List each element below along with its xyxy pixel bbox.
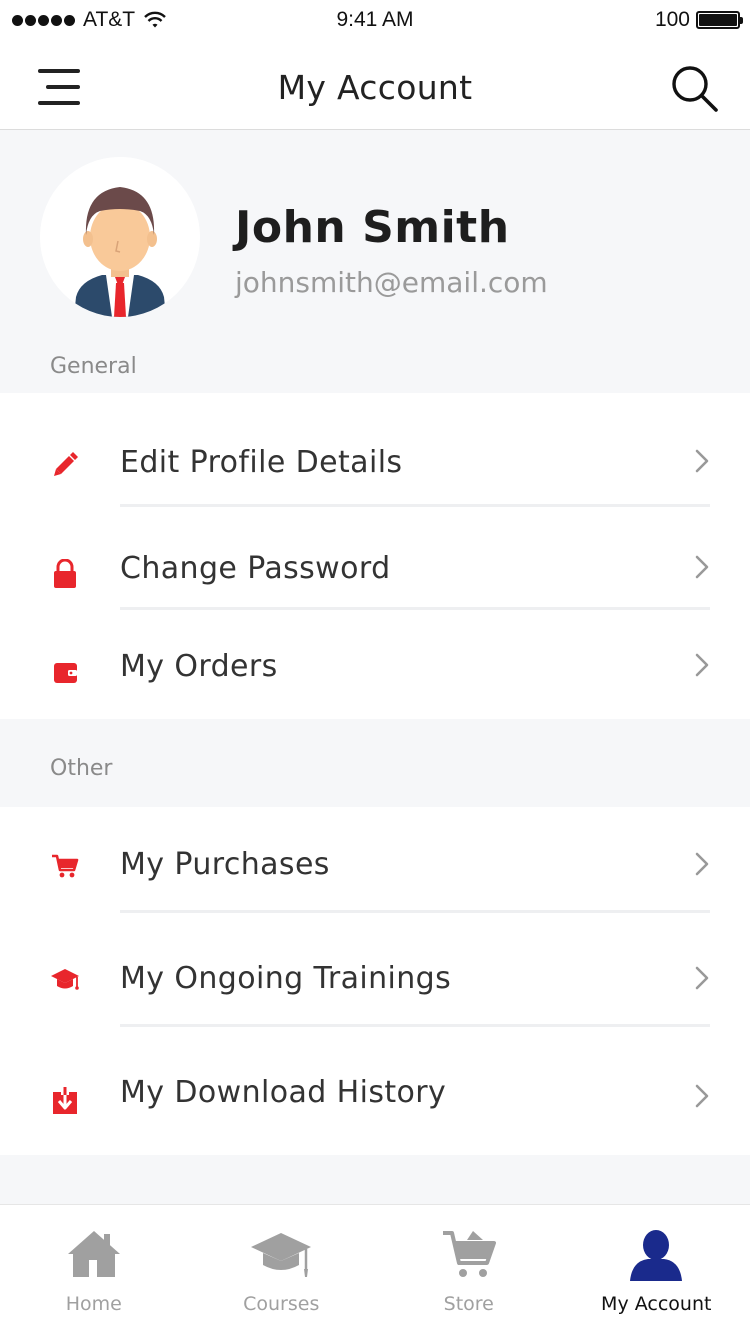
section-label-other: Other [50,756,113,781]
user-avatar-icon [40,157,200,317]
list-item-ongoing-trainings[interactable]: My Ongoing Trainings [0,913,750,1027]
list-item-label: My Ongoing Trainings [120,961,452,996]
chevron-right-icon [695,555,709,579]
tab-label: Home [65,1293,122,1315]
battery-percent: 100 [654,8,690,31]
list-item-label: My Download History [120,1075,447,1110]
lock-icon [54,559,76,588]
other-list: My Purchases My Ongoing Trainings My Dow… [0,807,750,1155]
download-icon [53,1087,77,1114]
tab-my-account[interactable]: My Account [563,1205,750,1334]
profile-email: johnsmith@email.com [235,266,548,299]
status-bar: AT&T 9:41 AM 100 [0,0,750,40]
bottom-tab-bar: Home Courses Store My Account [0,1204,750,1334]
list-item-label: My Orders [120,649,278,684]
tab-label: Store [443,1293,494,1315]
list-item-download-history[interactable]: My Download History [0,1027,750,1155]
wallet-icon [54,663,77,683]
chevron-right-icon [695,1084,709,1108]
chevron-right-icon [695,449,709,473]
list-item-my-orders[interactable]: My Orders [0,610,750,719]
pencil-icon [54,452,78,476]
chevron-right-icon [695,852,709,876]
chevron-right-icon [695,966,709,990]
list-item-label: Edit Profile Details [120,445,403,480]
page-title: My Account [277,68,473,107]
profile-header: John Smith johnsmith@email.com [0,130,750,360]
status-time: 9:41 AM [336,8,414,31]
list-item-change-password[interactable]: Change Password [0,507,750,610]
app-header: My Account [0,40,750,130]
tab-courses[interactable]: Courses [188,1205,376,1334]
shopping-cart-icon [52,854,79,878]
battery-icon [696,11,743,29]
graduation-cap-icon [51,969,79,990]
tab-label: My Account [601,1293,712,1315]
list-item-edit-profile[interactable]: Edit Profile Details [0,393,750,507]
avatar[interactable] [40,157,200,317]
profile-name: John Smith [235,202,510,253]
search-icon[interactable] [670,64,720,114]
user-icon [630,1230,683,1281]
tab-home[interactable]: Home [0,1205,188,1334]
graduation-cap-icon [251,1233,312,1277]
list-item-my-purchases[interactable]: My Purchases [0,807,750,913]
list-item-label: Change Password [120,551,391,586]
tab-store[interactable]: Store [375,1205,563,1334]
status-right: 100 [654,8,743,32]
home-icon [67,1231,120,1277]
section-label-general: General [50,354,137,379]
cart-icon [442,1231,496,1277]
list-item-label: My Purchases [120,847,330,882]
general-list: Edit Profile Details Change Password My … [0,393,750,719]
tab-label: Courses [243,1293,320,1315]
chevron-right-icon [695,653,709,677]
